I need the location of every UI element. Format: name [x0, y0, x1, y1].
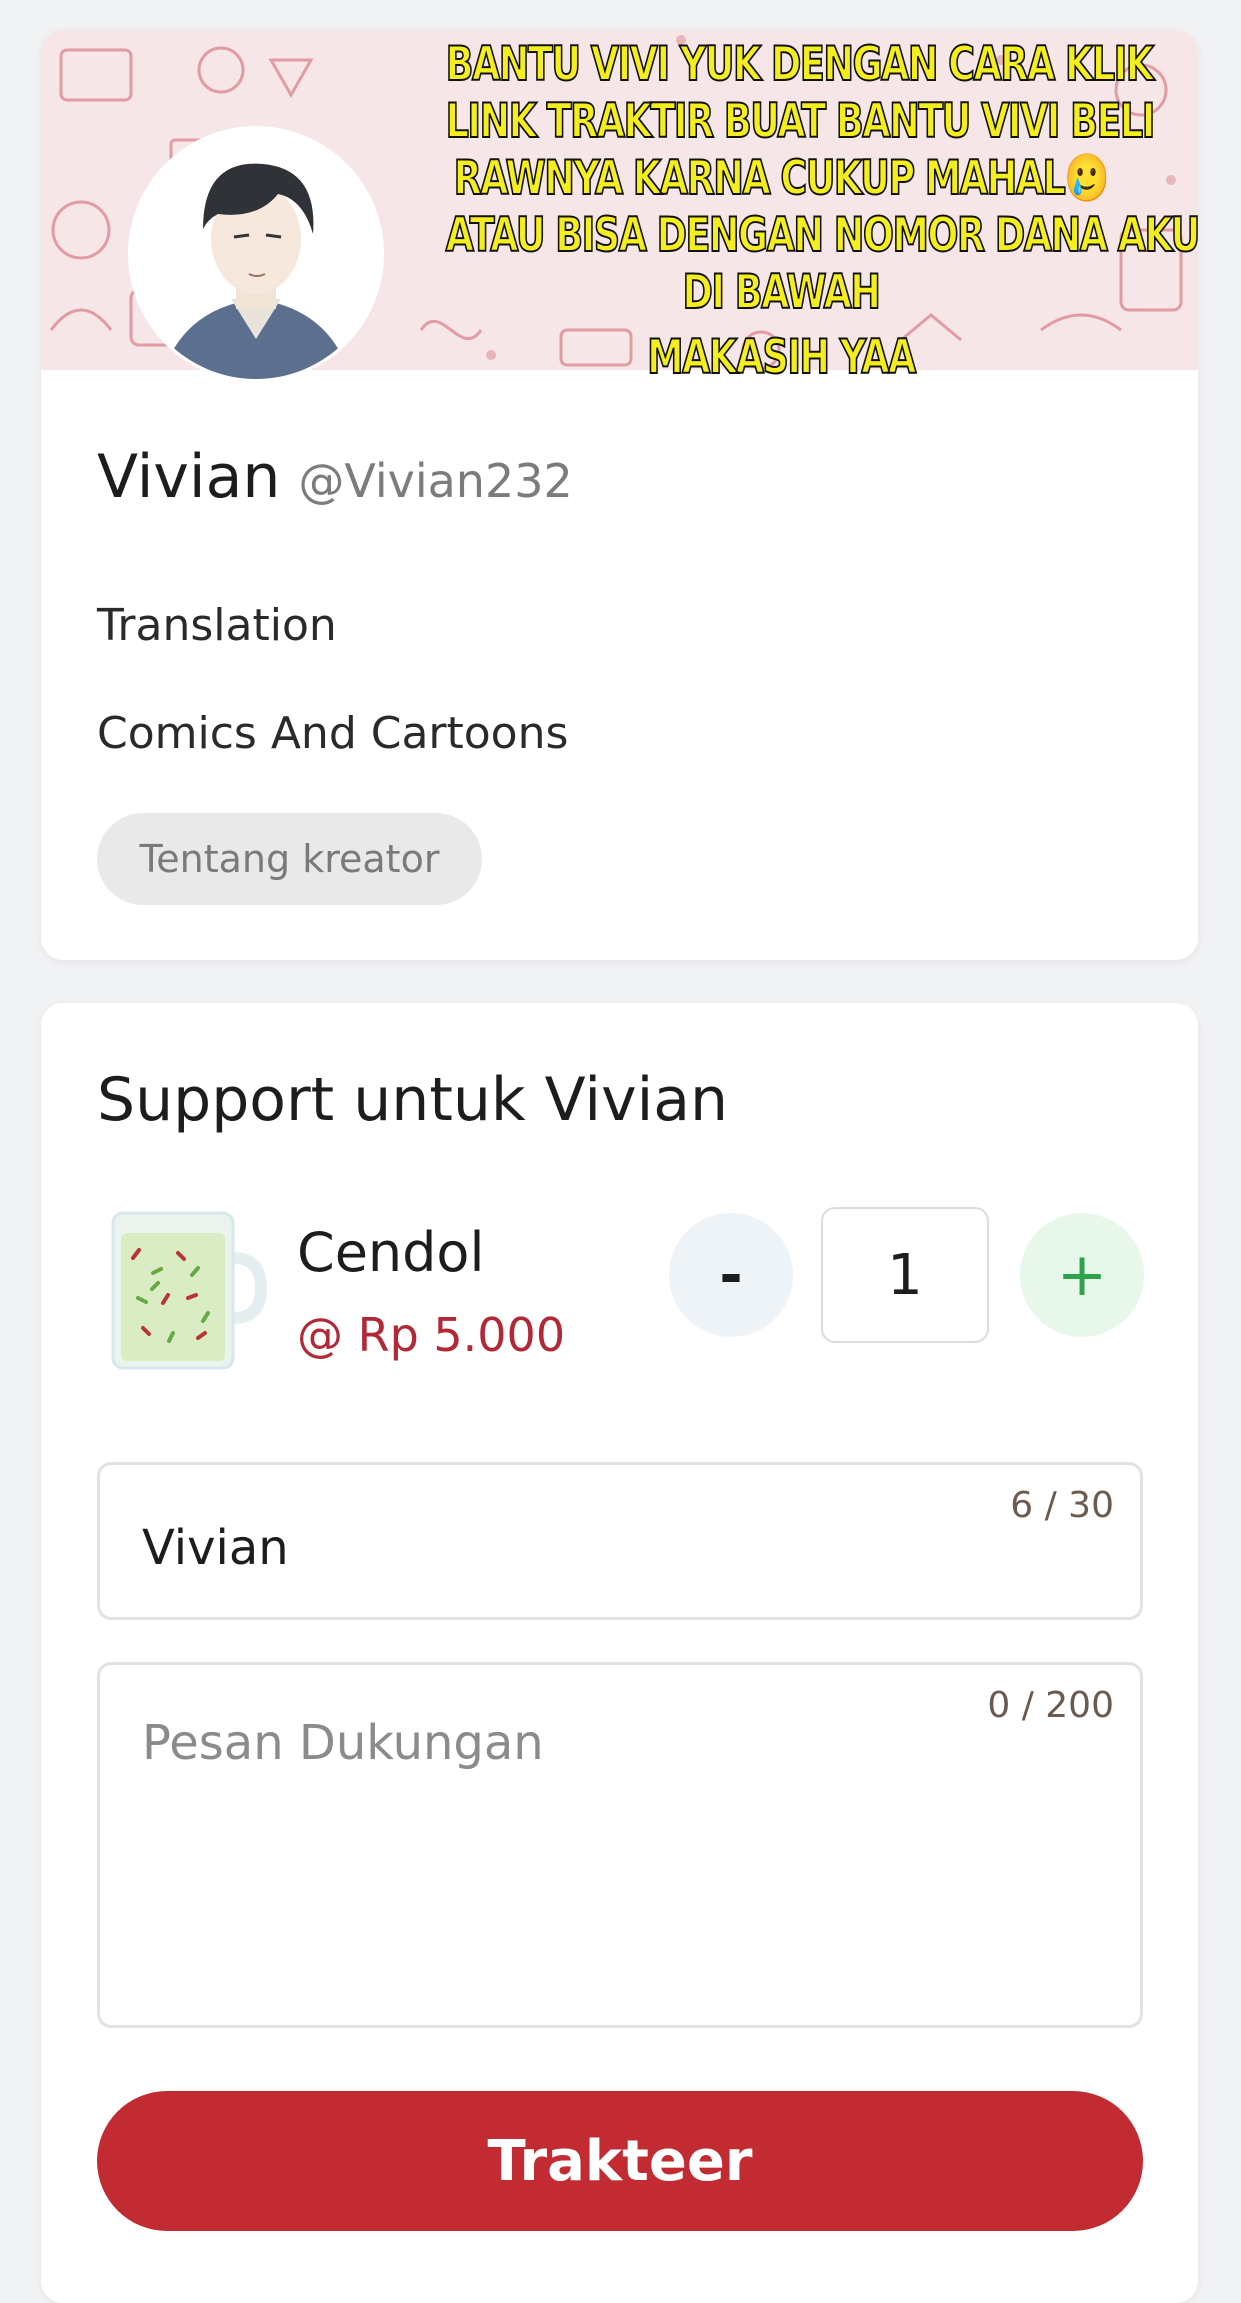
- creator-name: Vivian: [97, 442, 281, 512]
- message-char-counter: 0 / 200: [987, 1685, 1114, 1726]
- creator-avatar: [128, 126, 384, 382]
- banner-line: MAKASIH YAA: [646, 329, 917, 386]
- banner-message: BANTU VIVI YUK DENGAN CARA KLIK LINK TRA…: [351, 36, 1198, 264]
- cendol-glass-icon: [103, 1203, 273, 1373]
- supporter-name-input[interactable]: [142, 1513, 942, 1583]
- support-message-field[interactable]: 0 / 200: [97, 1662, 1143, 2028]
- banner-message-overflow: DI BAWAH MAKASIH YAA: [351, 264, 1198, 386]
- about-creator-button[interactable]: Tentang kreator: [97, 813, 482, 905]
- creator-handle[interactable]: @Vivian232: [298, 454, 572, 508]
- avatar-portrait-icon: [131, 129, 381, 379]
- supporter-name-field[interactable]: 6 / 30: [97, 1462, 1143, 1620]
- banner-line: ATAU BISA DENGAN NOMOR DANA AKU: [445, 207, 1198, 264]
- creator-category-comics: Comics And Cartoons: [97, 708, 569, 759]
- quantity-decrease-button[interactable]: -: [669, 1213, 793, 1337]
- banner-line: BANTU VIVI YUK DENGAN CARA KLIK: [445, 36, 1155, 93]
- quantity-input[interactable]: [821, 1207, 989, 1343]
- creator-category-translation: Translation: [97, 600, 337, 651]
- banner-line: DI BAWAH: [682, 264, 882, 321]
- item-price: @ Rp 5.000: [297, 1308, 566, 1362]
- trakteer-submit-button[interactable]: Trakteer: [97, 2091, 1143, 2231]
- support-message-input[interactable]: [142, 1715, 942, 1975]
- name-char-counter: 6 / 30: [1010, 1485, 1114, 1526]
- banner-line: RAWNYA KARNA CUKUP MAHAL🥲: [453, 150, 1111, 207]
- quantity-increase-button[interactable]: +: [1020, 1213, 1144, 1337]
- item-name: Cendol: [297, 1221, 485, 1284]
- support-card: Support untuk Vivian Cendol @ Rp 5.000 -…: [41, 1003, 1198, 2303]
- banner-line: LINK TRAKTIR BUAT BANTU VIVI BELI: [445, 93, 1156, 150]
- support-title: Support untuk Vivian: [97, 1065, 729, 1135]
- creator-profile-card: BANTU VIVI YUK DENGAN CARA KLIK LINK TRA…: [41, 30, 1198, 960]
- creator-name-row: Vivian @Vivian232: [97, 442, 573, 512]
